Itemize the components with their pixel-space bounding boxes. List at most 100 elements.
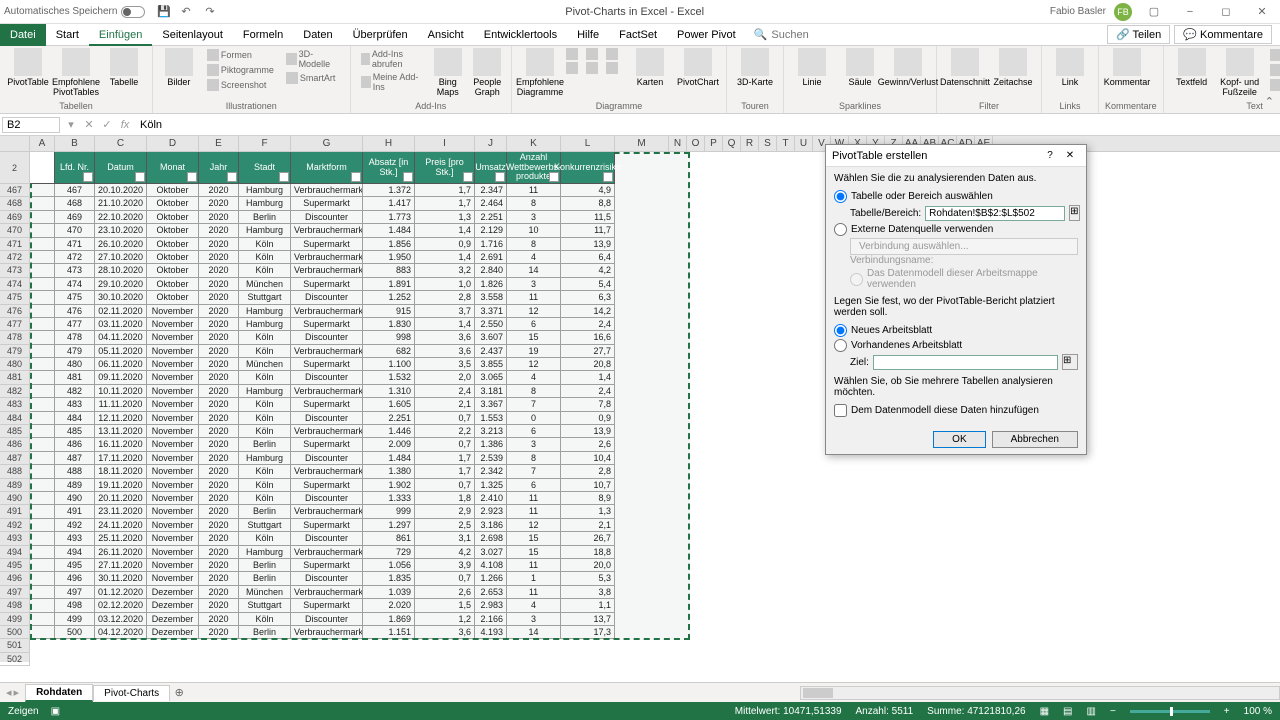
cell[interactable]: 13,9 [561, 238, 615, 251]
cell[interactable]: November [147, 318, 199, 331]
cancel-button[interactable]: Abbrechen [992, 431, 1078, 448]
ribbon-options-icon[interactable]: ▢ [1140, 2, 1168, 22]
cell[interactable]: November [147, 546, 199, 559]
cell[interactable]: 2,8 [561, 465, 615, 478]
cell[interactable]: Berlin [239, 559, 291, 572]
cell[interactable]: 27.11.2020 [95, 559, 147, 572]
sheet-nav-next-icon[interactable]: ▸ [14, 686, 20, 699]
worksheet-grid[interactable]: Lfd. Nr.▾Datum▾Monat▾Jahr▾Stadt▾Marktfor… [30, 152, 615, 662]
cell[interactable]: Stuttgart [239, 599, 291, 612]
col-header[interactable]: G [291, 136, 363, 151]
cell[interactable]: 3.558 [475, 291, 507, 304]
cell[interactable]: Berlin [239, 505, 291, 518]
cell[interactable]: 16,6 [561, 331, 615, 344]
cell[interactable]: Supermarkt [291, 398, 363, 411]
cell[interactable]: November [147, 532, 199, 545]
cell[interactable]: 3 [507, 613, 561, 626]
cell[interactable]: 2,2 [415, 425, 475, 438]
cell[interactable]: 2.539 [475, 452, 507, 465]
cell[interactable]: 3.065 [475, 371, 507, 384]
close-icon[interactable]: ✕ [1248, 2, 1276, 22]
cell[interactable]: 3.213 [475, 425, 507, 438]
ok-button[interactable]: OK [933, 431, 985, 448]
cell[interactable]: 2.166 [475, 613, 507, 626]
cell[interactable]: 3,7 [415, 305, 475, 318]
cell[interactable]: 915 [363, 305, 415, 318]
cell[interactable]: 1.333 [363, 492, 415, 505]
cell[interactable]: Köln [239, 412, 291, 425]
cell[interactable]: 2.437 [475, 345, 507, 358]
cell[interactable]: 4,2 [415, 546, 475, 559]
row-header[interactable]: 474 [0, 278, 30, 291]
tab-ansicht[interactable]: Ansicht [418, 24, 474, 46]
cell[interactable]: 2020 [199, 385, 239, 398]
dialog-help-icon[interactable]: ? [1040, 150, 1060, 161]
col-header[interactable]: C [95, 136, 147, 151]
ribbon-people-graph[interactable]: People Graph [470, 48, 506, 98]
col-header[interactable]: I [415, 136, 475, 151]
cell[interactable]: 20.11.2020 [95, 492, 147, 505]
cell[interactable]: Köln [239, 371, 291, 384]
col-header[interactable]: J [475, 136, 507, 151]
minimize-icon[interactable]: − [1176, 2, 1204, 22]
cell[interactable]: 477 [55, 318, 95, 331]
cell[interactable]: November [147, 345, 199, 358]
cell[interactable]: 1.380 [363, 465, 415, 478]
table-row[interactable]: 49802.12.2020Dezember2020StuttgartSuperm… [30, 599, 615, 612]
cell[interactable]: Verbrauchermarkt [291, 264, 363, 277]
table-header[interactable]: Lfd. Nr.▾ [55, 152, 95, 184]
cell[interactable]: 468 [55, 197, 95, 210]
ribbon-signaturzeile[interactable]: Signaturzeile [1266, 63, 1280, 77]
cell[interactable]: 17.11.2020 [95, 452, 147, 465]
ribbon-pivottable[interactable]: PivotTable [6, 48, 50, 88]
cell[interactable]: 729 [363, 546, 415, 559]
select-all-corner[interactable] [0, 136, 30, 151]
cell[interactable]: 2020 [199, 345, 239, 358]
table-row[interactable]: 48412.11.2020November2020KölnDiscounter2… [30, 412, 615, 425]
row-header[interactable]: 477 [0, 318, 30, 331]
cell[interactable]: 8 [507, 452, 561, 465]
cell[interactable]: 13,9 [561, 425, 615, 438]
cell[interactable]: Supermarkt [291, 559, 363, 572]
table-row[interactable]: 47602.11.2020November2020HamburgVerbrauc… [30, 305, 615, 318]
cell[interactable]: 1 [507, 572, 561, 585]
row-header[interactable]: 473 [0, 264, 30, 277]
cell[interactable]: 03.12.2020 [95, 613, 147, 626]
cell[interactable]: 10,7 [561, 479, 615, 492]
row-header[interactable]: 493 [0, 532, 30, 545]
cell[interactable]: 6 [507, 479, 561, 492]
dialog-close-icon[interactable]: ✕ [1060, 150, 1080, 161]
cell[interactable]: München [239, 586, 291, 599]
cell[interactable]: 1,7 [415, 452, 475, 465]
cell[interactable]: 2.009 [363, 438, 415, 451]
opt-table-range[interactable]: Tabelle oder Bereich auswählen [834, 190, 1078, 203]
cell[interactable]: 11.11.2020 [95, 398, 147, 411]
cell[interactable]: 11 [507, 492, 561, 505]
cell[interactable]: 0,9 [561, 412, 615, 425]
cell[interactable]: 20,8 [561, 358, 615, 371]
cell[interactable]: 1.826 [475, 278, 507, 291]
cell[interactable]: Oktober [147, 224, 199, 237]
cell[interactable]: Hamburg [239, 318, 291, 331]
filter-dropdown-icon[interactable]: ▾ [549, 172, 559, 182]
ribbon-s-ule[interactable]: Säule [838, 48, 882, 88]
cell[interactable]: 11 [507, 505, 561, 518]
cell[interactable]: 1.039 [363, 586, 415, 599]
table-header[interactable]: Marktform▾ [291, 152, 363, 184]
cell[interactable]: 01.12.2020 [95, 586, 147, 599]
cell[interactable]: 487 [55, 452, 95, 465]
cell[interactable]: 2020 [199, 371, 239, 384]
cell[interactable]: Köln [239, 345, 291, 358]
row-header[interactable]: 488 [0, 465, 30, 478]
ribbon-bing-maps[interactable]: Bing Maps [430, 48, 466, 98]
table-row[interactable]: 47703.11.2020November2020HamburgSupermar… [30, 318, 615, 331]
user-avatar[interactable]: FB [1114, 3, 1132, 21]
cell[interactable]: 2020 [199, 586, 239, 599]
table-row[interactable]: 47023.10.2020Oktober2020HamburgVerbrauch… [30, 224, 615, 237]
cell[interactable]: Supermarkt [291, 479, 363, 492]
filter-dropdown-icon[interactable]: ▾ [403, 172, 413, 182]
table-header[interactable]: Anzahl Wettbewerbs-produkte▾ [507, 152, 561, 184]
cell[interactable]: 478 [55, 331, 95, 344]
cell[interactable]: 489 [55, 479, 95, 492]
table-row[interactable]: 49224.11.2020November2020StuttgartSuperm… [30, 519, 615, 532]
